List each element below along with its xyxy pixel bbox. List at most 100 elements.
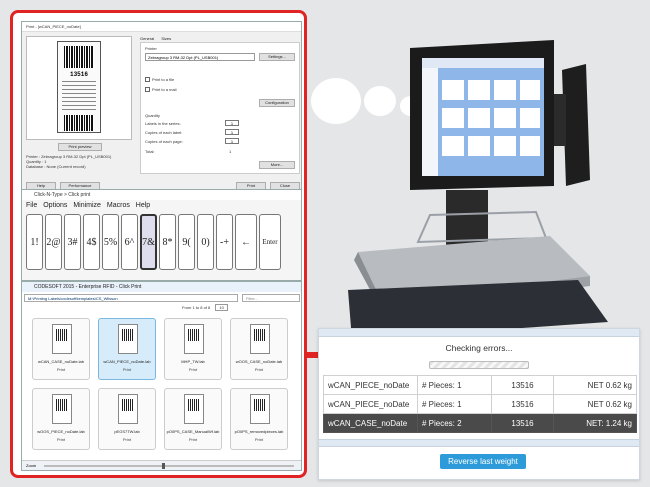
copies-each-page-label: Copies of each page: (145, 139, 183, 144)
result-row: wCAN_PIECE_noDate # Pieces: 1 13516 NET 0.6… (323, 394, 637, 414)
copies-each-page-stepper[interactable]: 1 (225, 138, 239, 144)
key-1[interactable]: 1! (26, 214, 43, 270)
print-preview-button[interactable]: Print preview (58, 143, 102, 151)
label-thumbnail-icon (184, 324, 204, 354)
tile-print-button[interactable]: Print (33, 437, 89, 442)
quantity-heading: Quantity (145, 113, 160, 118)
result-label-cell: wCAN_PIECE_noDate (323, 394, 418, 414)
tile-print-button[interactable]: Print (231, 367, 287, 372)
copies-each-label-stepper[interactable]: 1 (225, 129, 239, 135)
label-thumbnail-icon (118, 394, 138, 424)
label-tile[interactable]: pO0PS_CASE_ManualWf.lab Print (164, 388, 222, 450)
tile-print-button[interactable]: Print (99, 437, 155, 442)
settings-button[interactable]: Settings... (259, 53, 295, 61)
barcode-icon (64, 115, 94, 131)
label-tile[interactable]: wOOS_CASE_noDate.lab Print (230, 318, 288, 380)
tab-general[interactable]: General (140, 36, 154, 41)
reverse-last-weight-button[interactable]: Reverse last weight (440, 454, 526, 469)
key-minus[interactable]: -+ (216, 214, 233, 270)
results-footer-bar (319, 439, 639, 447)
key-4[interactable]: 4$ (83, 214, 100, 270)
key-3[interactable]: 3# (64, 214, 81, 270)
keyboard-menubar: File Options Minimize Macros Help (26, 202, 150, 209)
label-number: 13516 (69, 71, 88, 78)
customer-display (562, 64, 590, 186)
menu-macros[interactable]: Macros (107, 202, 130, 209)
key-8[interactable]: 8* (159, 214, 176, 270)
info-database: Database : None (Current record) (26, 164, 86, 169)
zoom-label: Zoom (26, 463, 37, 468)
label-tile[interactable]: wOOS_PIECE_noDate.lab Print (32, 388, 90, 450)
weighing-results-panel: Checking errors... wCAN_PIECE_noDate # Pi… (318, 328, 640, 480)
printer-select[interactable]: Zebragroup 3 RM-32 Dpt (PL_USB001) (145, 53, 255, 61)
key-2[interactable]: 2@ (45, 214, 62, 270)
tile-print-button[interactable]: Print (231, 437, 287, 442)
tile-print-button[interactable]: Print (165, 437, 221, 442)
label-tile[interactable]: pEGS7TW.lab Print (98, 388, 156, 450)
folder-path-input[interactable]: M:\Printing Labels\codesoft\templates\CS… (24, 294, 238, 302)
result-weight-cell: NET: 1.24 kg (553, 413, 637, 433)
label-tile[interactable]: MHP_TW.lab Print (164, 318, 222, 380)
result-weight-cell: NET 0.62 kg (553, 394, 637, 414)
print-to-mail-checkbox[interactable] (145, 87, 150, 93)
key-7[interactable]: 7& (140, 214, 157, 270)
screen-sidebar (422, 68, 438, 176)
weighing-scale-device (348, 40, 608, 340)
result-code-cell: 13516 (491, 394, 554, 414)
tile-print-button[interactable]: Print (33, 367, 89, 372)
zoom-slider-thumb[interactable] (162, 463, 165, 469)
backspace-key[interactable]: ← (235, 214, 257, 270)
keyboard-window-title: Click-N-Type > Click print (22, 190, 301, 200)
menu-minimize[interactable]: Minimize (73, 202, 101, 209)
label-tile-name: wCAN_CASE_noDate.lab (37, 359, 85, 364)
print-to-file-checkbox[interactable] (145, 77, 150, 83)
results-header-bar (319, 329, 639, 337)
pager-text: From 1 to 8 of 8 (182, 305, 211, 310)
page-size-select[interactable]: 10 (215, 304, 228, 311)
zoom-slider-track[interactable] (44, 465, 294, 467)
screen-header (422, 58, 544, 68)
label-tile-name: pO0PS_removedpieces.lab (234, 429, 284, 434)
labels-in-series-stepper[interactable]: 1 (225, 120, 239, 126)
print-info: Printer : Zebragroup 3 RM-32 Dpt (PL_USB… (26, 154, 132, 169)
key-9[interactable]: 9( (178, 214, 195, 270)
label-tile-name: pEGS7TW.lab (114, 429, 140, 434)
key-6[interactable]: 6^ (121, 214, 138, 270)
zoom-bar: Zoom (22, 460, 301, 470)
menu-options[interactable]: Options (43, 202, 67, 209)
result-code-cell: 13516 (491, 413, 554, 433)
menu-help[interactable]: Help (136, 202, 150, 209)
results-table: wCAN_PIECE_noDate # Pieces: 1 13516 NET 0.6… (323, 375, 637, 433)
label-grid: wCAN_CASE_noDate.lab Print wCAN_PIECE_noDa… (32, 318, 294, 450)
tab-sizes[interactable]: Sizes (161, 36, 171, 41)
result-weight-cell: NET 0.62 kg (553, 375, 637, 395)
result-pieces-cell: # Pieces: 1 (417, 375, 492, 395)
label-tile[interactable]: pO0PS_removedpieces.lab Print (230, 388, 288, 450)
print-to-file-row[interactable]: Print to a file (145, 77, 175, 83)
label-thumbnail-icon (118, 324, 138, 354)
result-label-cell: wCAN_PIECE_noDate (323, 375, 418, 395)
print-to-file-label: Print to a file (152, 77, 175, 82)
print-dialog: Print - [wCAN_PIECE_noDate] 13516 Print … (21, 21, 302, 195)
filter-input[interactable]: Filter... (242, 294, 300, 302)
click-print-title: CODESOFT 2015 - Enterprise RFID - Click … (22, 282, 301, 292)
label-thumbnail-icon (52, 324, 72, 354)
label-tile[interactable]: wCAN_CASE_noDate.lab Print (32, 318, 90, 380)
menu-file[interactable]: File (26, 202, 37, 209)
more-button[interactable]: More... (259, 161, 295, 169)
configuration-button[interactable]: Configuration (259, 99, 295, 107)
key-5[interactable]: 5% (102, 214, 119, 270)
label-tile[interactable]: wCAN_PIECE_noDate.lab Print (98, 318, 156, 380)
total-label: Total: (145, 149, 155, 154)
print-to-mail-label: Print to a mail (152, 87, 177, 92)
result-row: wCAN_PIECE_noDate # Pieces: 1 13516 NET 0.6… (323, 375, 637, 395)
click-print-window: CODESOFT 2015 - Enterprise RFID - Click … (21, 281, 302, 471)
tile-print-button[interactable]: Print (99, 367, 155, 372)
key-0[interactable]: 0) (197, 214, 214, 270)
enter-key[interactable]: Enter (259, 214, 281, 270)
print-to-mail-row[interactable]: Print to a mail (145, 87, 177, 93)
tile-print-button[interactable]: Print (165, 367, 221, 372)
labels-in-series-label: Labels in the series: (145, 121, 181, 126)
print-dialog-title: Print - [wCAN_PIECE_noDate] (22, 22, 301, 32)
pager: From 1 to 8 of 8 10 (182, 304, 228, 311)
